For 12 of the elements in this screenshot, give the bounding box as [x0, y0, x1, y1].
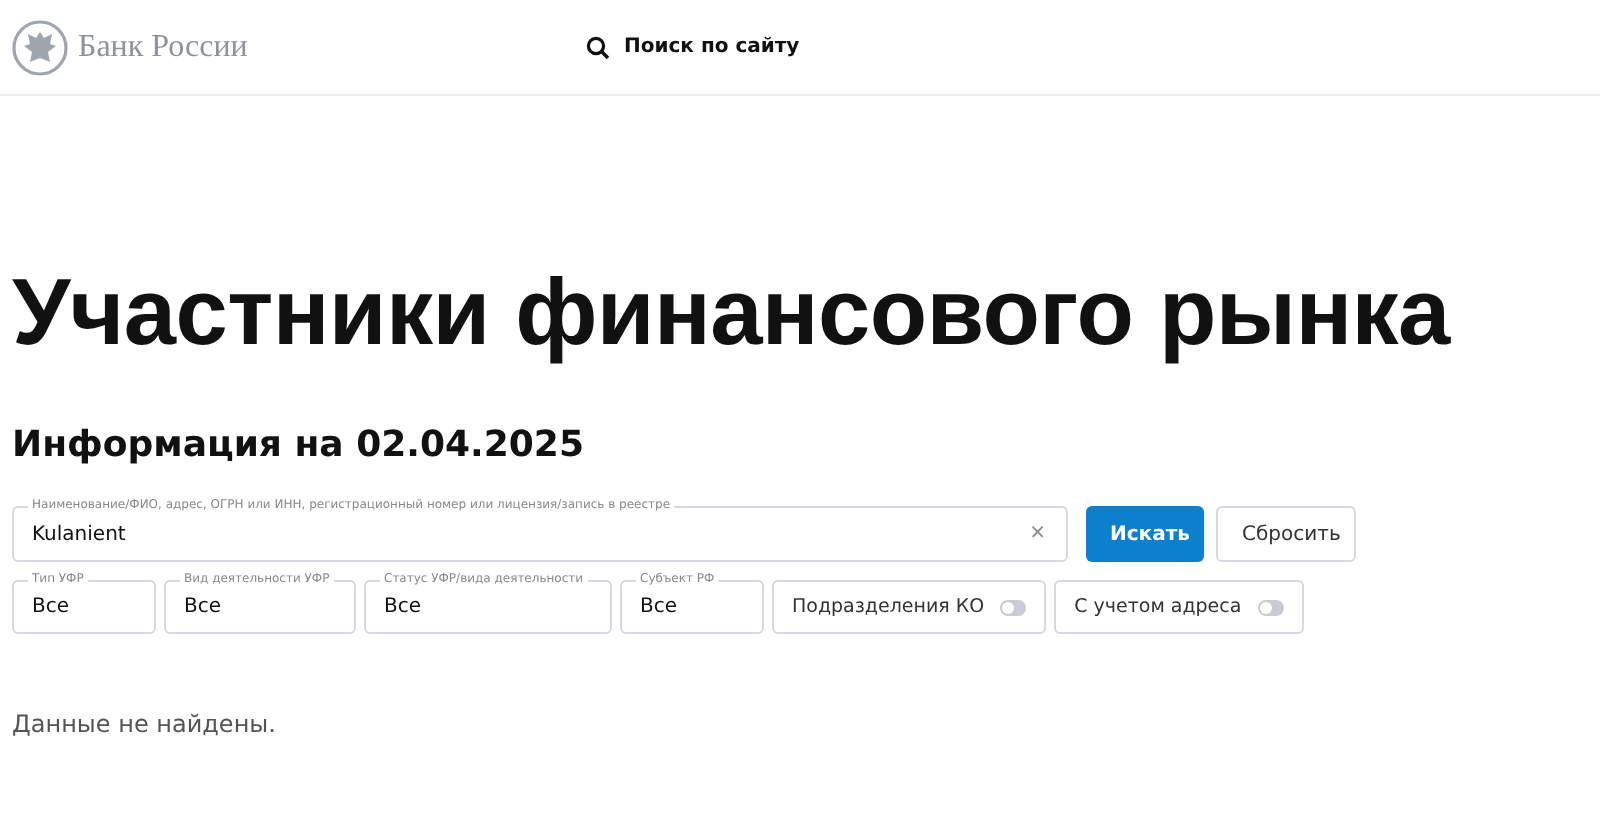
page-title: Участники финансового рынка: [12, 256, 1453, 368]
toggle-filter[interactable]: С учетом адреса: [1054, 580, 1304, 634]
toggle-switch[interactable]: [1257, 599, 1284, 615]
reset-button[interactable]: Сбросить: [1216, 506, 1356, 562]
no-results-message: Данные не найдены.: [12, 710, 278, 738]
info-date-heading: Информация на 02.04.2025: [12, 424, 586, 466]
toggle-switch[interactable]: [1000, 599, 1027, 615]
toggle-filter[interactable]: Подразделения КО: [772, 580, 1047, 634]
site-search-link[interactable]: Поиск по сайту: [586, 35, 800, 59]
clear-button[interactable]: ×: [1029, 522, 1046, 544]
search-button[interactable]: Искать: [1086, 506, 1204, 562]
search-icon: [586, 35, 610, 59]
